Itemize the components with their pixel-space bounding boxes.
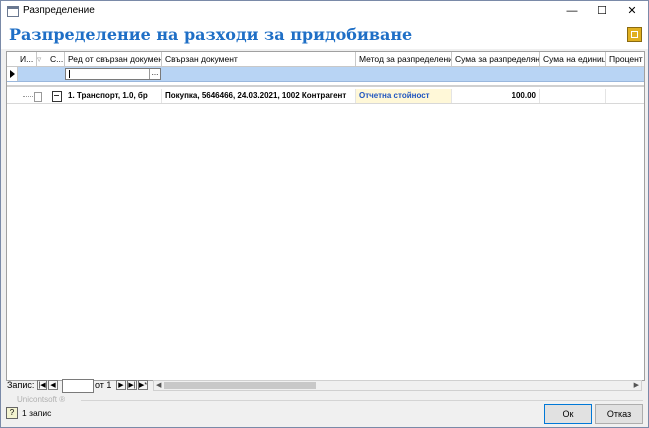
first-record-button[interactable]: |◀ bbox=[37, 380, 47, 390]
col-header-document[interactable]: Свързан документ bbox=[162, 52, 356, 66]
col-header-method[interactable]: Метод за разпределение bbox=[356, 52, 452, 66]
document-icon bbox=[34, 92, 42, 102]
sort-icon: ▿ bbox=[37, 54, 42, 64]
minimize-button[interactable]: — bbox=[557, 1, 587, 21]
cell-amount[interactable]: 100.00 bbox=[452, 89, 540, 103]
navigator-label: Запис: bbox=[7, 380, 35, 390]
page-title: Разпределение на разходи за придобиване bbox=[9, 25, 413, 44]
text-caret bbox=[69, 70, 70, 78]
current-row-arrow-icon bbox=[10, 70, 15, 78]
new-record-button[interactable]: ▶* bbox=[138, 380, 148, 390]
tree-line bbox=[23, 96, 33, 97]
maximize-button[interactable]: ☐ bbox=[587, 1, 617, 21]
row-separator bbox=[7, 85, 644, 87]
brand-label: Unicontsoft ® bbox=[17, 395, 66, 404]
record-count-status: 1 запис bbox=[22, 408, 52, 418]
allocation-grid[interactable]: И... ▿ С... Ред от свързан документ Свър… bbox=[6, 51, 645, 381]
window-icon bbox=[7, 6, 19, 17]
form-header: Разпределение на разходи за придобиване bbox=[1, 21, 648, 49]
scroll-left-icon[interactable]: ◀ bbox=[156, 381, 161, 390]
title-bar: Разпределение — ☐ ✕ bbox=[1, 1, 648, 21]
cell-line[interactable]: 1. Транспорт, 1.0, бр bbox=[65, 89, 162, 103]
col-header-line[interactable]: Ред от свързан документ bbox=[65, 52, 162, 66]
line-editor-input[interactable]: ... bbox=[65, 68, 161, 80]
lookup-button[interactable]: ... bbox=[149, 69, 160, 79]
note-icon[interactable] bbox=[52, 91, 62, 102]
col-header-amount[interactable]: Сума за разпределяне bbox=[452, 52, 540, 66]
scrollbar-thumb[interactable] bbox=[164, 382, 316, 389]
column-headers: И... ▿ С... Ред от свързан документ Свър… bbox=[7, 52, 644, 67]
cell-unit-amount[interactable] bbox=[540, 89, 606, 103]
table-row[interactable]: 1. Транспорт, 1.0, бр Покупка, 5646466, … bbox=[7, 89, 644, 104]
col-header-unit-amount[interactable]: Сума на единица bbox=[540, 52, 606, 66]
cell-percent[interactable] bbox=[606, 89, 644, 103]
pin-icon[interactable] bbox=[627, 27, 642, 42]
col-header-percent[interactable]: Процент bbox=[606, 52, 644, 66]
cell-method[interactable]: Отчетна стойност bbox=[356, 89, 452, 103]
help-icon[interactable]: ? bbox=[6, 407, 18, 419]
cancel-button[interactable]: Отказ bbox=[595, 404, 643, 424]
horizontal-scrollbar[interactable]: ◀ ▶ bbox=[153, 380, 642, 391]
col-header-type[interactable]: С... bbox=[47, 52, 65, 66]
record-number-input[interactable] bbox=[62, 379, 94, 393]
dialog-window: Разпределение — ☐ ✕ Разпределение на раз… bbox=[0, 0, 649, 428]
scroll-right-icon[interactable]: ▶ bbox=[634, 381, 639, 390]
close-button[interactable]: ✕ bbox=[617, 1, 647, 21]
cell-document[interactable]: Покупка, 5646466, 24.03.2021, 1002 Контр… bbox=[162, 89, 356, 103]
col-header-indicator[interactable]: И... bbox=[17, 52, 37, 66]
next-record-button[interactable]: ▶ bbox=[116, 380, 126, 390]
previous-record-button[interactable]: ◀ bbox=[48, 380, 58, 390]
last-record-button[interactable]: ▶| bbox=[127, 380, 137, 390]
record-count-label: от 1 bbox=[95, 380, 112, 390]
record-navigator: Запис: |◀ ◀ от 1 ▶ ▶| ▶* ◀ ▶ bbox=[6, 379, 643, 393]
new-row[interactable]: ... bbox=[7, 67, 644, 82]
brand-divider bbox=[81, 400, 643, 401]
row-indicator bbox=[7, 67, 18, 81]
ok-button[interactable]: Ок bbox=[544, 404, 592, 424]
window-title: Разпределение bbox=[23, 5, 95, 16]
